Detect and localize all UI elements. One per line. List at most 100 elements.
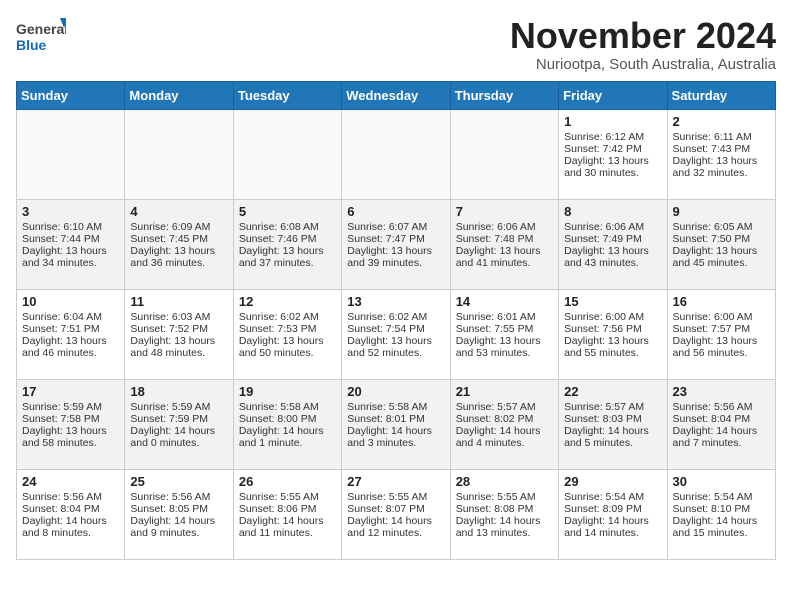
- calendar-cell: 27 Sunrise: 5:55 AMSunset: 8:07 PMDayligh…: [342, 469, 450, 559]
- day-info: Daylight: 14 hours and 14 minutes.: [564, 515, 661, 539]
- day-info: Daylight: 14 hours and 8 minutes.: [22, 515, 119, 539]
- day-number: 4: [130, 204, 227, 219]
- day-info: Daylight: 13 hours and 46 minutes.: [22, 335, 119, 359]
- calendar-cell: 7Sunrise: 6:06 AMSunset: 7:48 PMDaylight…: [450, 199, 558, 289]
- day-number: 25: [130, 474, 227, 489]
- day-info: Daylight: 14 hours and 12 minutes.: [347, 515, 444, 539]
- day-info: Daylight: 13 hours and 37 minutes.: [239, 245, 336, 269]
- day-info: Sunset: 7:43 PM: [673, 143, 770, 155]
- calendar-cell: 13Sunrise: 6:02 AMSunset: 7:54 PMDayligh…: [342, 289, 450, 379]
- day-number: 22: [564, 384, 661, 399]
- day-info: Sunrise: 6:10 AM: [22, 221, 119, 233]
- calendar-cell: [450, 109, 558, 199]
- col-header-saturday: Saturday: [667, 81, 775, 109]
- day-info: Sunrise: 6:11 AM: [673, 131, 770, 143]
- day-info: Sunrise: 5:55 AM: [347, 491, 444, 503]
- day-info: Sunrise: 6:00 AM: [673, 311, 770, 323]
- calendar-cell: 19Sunrise: 5:58 AMSunset: 8:00 PMDayligh…: [233, 379, 341, 469]
- calendar-table: SundayMondayTuesdayWednesdayThursdayFrid…: [16, 81, 776, 560]
- col-header-wednesday: Wednesday: [342, 81, 450, 109]
- day-number: 27: [347, 474, 444, 489]
- title-block: November 2024 Nuriootpa, South Australia…: [510, 16, 776, 73]
- day-info: Sunset: 8:06 PM: [239, 503, 336, 515]
- day-number: 18: [130, 384, 227, 399]
- day-info: Daylight: 13 hours and 39 minutes.: [347, 245, 444, 269]
- day-number: 14: [456, 294, 553, 309]
- day-info: Daylight: 13 hours and 43 minutes.: [564, 245, 661, 269]
- day-info: Sunrise: 5:58 AM: [347, 401, 444, 413]
- day-info: Sunrise: 5:59 AM: [22, 401, 119, 413]
- month-title: November 2024: [510, 16, 776, 56]
- day-info: Daylight: 14 hours and 0 minutes.: [130, 425, 227, 449]
- col-header-friday: Friday: [559, 81, 667, 109]
- day-info: Sunset: 8:04 PM: [22, 503, 119, 515]
- day-info: Daylight: 13 hours and 45 minutes.: [673, 245, 770, 269]
- day-number: 19: [239, 384, 336, 399]
- day-number: 24: [22, 474, 119, 489]
- calendar-cell: 10Sunrise: 6:04 AMSunset: 7:51 PMDayligh…: [17, 289, 125, 379]
- day-number: 7: [456, 204, 553, 219]
- day-info: Sunset: 8:00 PM: [239, 413, 336, 425]
- calendar-cell: 1Sunrise: 6:12 AMSunset: 7:42 PMDaylight…: [559, 109, 667, 199]
- day-info: Sunrise: 6:06 AM: [564, 221, 661, 233]
- day-info: Sunset: 7:46 PM: [239, 233, 336, 245]
- day-info: Sunrise: 6:04 AM: [22, 311, 119, 323]
- calendar-cell: 16Sunrise: 6:00 AMSunset: 7:57 PMDayligh…: [667, 289, 775, 379]
- calendar-cell: 2Sunrise: 6:11 AMSunset: 7:43 PMDaylight…: [667, 109, 775, 199]
- day-info: Daylight: 13 hours and 55 minutes.: [564, 335, 661, 359]
- day-info: Sunset: 7:49 PM: [564, 233, 661, 245]
- day-info: Sunset: 8:01 PM: [347, 413, 444, 425]
- calendar-cell: 29Sunrise: 5:54 AMSunset: 8:09 PMDayligh…: [559, 469, 667, 559]
- day-info: Sunrise: 5:57 AM: [456, 401, 553, 413]
- calendar-cell: [342, 109, 450, 199]
- day-info: Daylight: 13 hours and 30 minutes.: [564, 155, 661, 179]
- day-info: Sunset: 7:44 PM: [22, 233, 119, 245]
- day-info: Sunset: 7:42 PM: [564, 143, 661, 155]
- day-info: Sunrise: 5:55 AM: [456, 491, 553, 503]
- day-number: 11: [130, 294, 227, 309]
- col-header-monday: Monday: [125, 81, 233, 109]
- calendar-cell: 21Sunrise: 5:57 AMSunset: 8:02 PMDayligh…: [450, 379, 558, 469]
- day-info: Sunrise: 6:06 AM: [456, 221, 553, 233]
- day-info: Sunrise: 6:01 AM: [456, 311, 553, 323]
- day-info: Sunset: 7:50 PM: [673, 233, 770, 245]
- calendar-cell: 12Sunrise: 6:02 AMSunset: 7:53 PMDayligh…: [233, 289, 341, 379]
- day-info: Sunset: 8:07 PM: [347, 503, 444, 515]
- day-number: 16: [673, 294, 770, 309]
- day-info: Sunset: 7:55 PM: [456, 323, 553, 335]
- day-info: Sunrise: 5:55 AM: [239, 491, 336, 503]
- day-info: Sunrise: 5:59 AM: [130, 401, 227, 413]
- day-info: Sunrise: 6:03 AM: [130, 311, 227, 323]
- day-info: Sunset: 7:57 PM: [673, 323, 770, 335]
- logo-svg: General Blue: [16, 16, 66, 58]
- calendar-cell: 3Sunrise: 6:10 AMSunset: 7:44 PMDaylight…: [17, 199, 125, 289]
- day-number: 13: [347, 294, 444, 309]
- day-info: Sunset: 7:56 PM: [564, 323, 661, 335]
- day-info: Daylight: 14 hours and 13 minutes.: [456, 515, 553, 539]
- day-number: 8: [564, 204, 661, 219]
- day-number: 1: [564, 114, 661, 129]
- svg-text:General: General: [16, 21, 66, 37]
- day-number: 23: [673, 384, 770, 399]
- calendar-cell: 6Sunrise: 6:07 AMSunset: 7:47 PMDaylight…: [342, 199, 450, 289]
- day-number: 5: [239, 204, 336, 219]
- day-info: Daylight: 14 hours and 15 minutes.: [673, 515, 770, 539]
- day-number: 30: [673, 474, 770, 489]
- day-info: Sunrise: 5:54 AM: [564, 491, 661, 503]
- day-info: Daylight: 13 hours and 34 minutes.: [22, 245, 119, 269]
- day-info: Sunrise: 5:54 AM: [673, 491, 770, 503]
- col-header-tuesday: Tuesday: [233, 81, 341, 109]
- day-number: 12: [239, 294, 336, 309]
- day-number: 21: [456, 384, 553, 399]
- calendar-cell: 25Sunrise: 5:56 AMSunset: 8:05 PMDayligh…: [125, 469, 233, 559]
- location-subtitle: Nuriootpa, South Australia, Australia: [510, 56, 776, 73]
- calendar-cell: 23Sunrise: 5:56 AMSunset: 8:04 PMDayligh…: [667, 379, 775, 469]
- calendar-cell: 30Sunrise: 5:54 AMSunset: 8:10 PMDayligh…: [667, 469, 775, 559]
- day-info: Sunset: 7:53 PM: [239, 323, 336, 335]
- day-number: 20: [347, 384, 444, 399]
- day-info: Daylight: 13 hours and 41 minutes.: [456, 245, 553, 269]
- day-info: Daylight: 14 hours and 3 minutes.: [347, 425, 444, 449]
- calendar-cell: [233, 109, 341, 199]
- calendar-cell: [17, 109, 125, 199]
- day-info: Daylight: 14 hours and 4 minutes.: [456, 425, 553, 449]
